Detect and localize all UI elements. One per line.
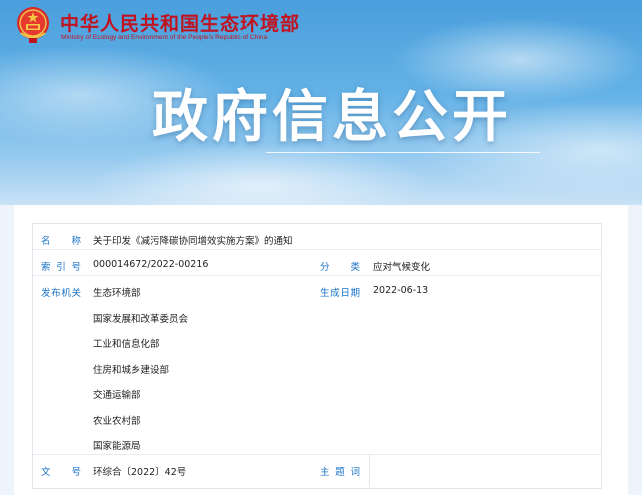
index-value: 000014672/2022-00216 bbox=[93, 259, 209, 270]
name-label: 名 称 bbox=[41, 236, 81, 247]
issuer-label: 发布机关 bbox=[41, 288, 81, 299]
category-label: 分 类 bbox=[320, 262, 360, 273]
page-title: 政府信息公开 bbox=[152, 85, 512, 150]
subject-label: 主题词 bbox=[320, 467, 360, 478]
issuer-item: 国家发展和改革委员会 bbox=[93, 314, 189, 325]
date-label: 生成日期 bbox=[320, 288, 360, 299]
ministry-name-en[interactable]: Ministry of Ecology and Environment of t… bbox=[61, 34, 267, 41]
row-issuer: 发布机关 生态环境部 国家发展和改革委员会 工业和信息化部 住房和城乡建设部 交… bbox=[33, 276, 601, 455]
subject-divider bbox=[369, 455, 370, 487]
issuer-item: 交通运输部 bbox=[93, 390, 141, 401]
docnum-value: 环综合〔2022〕42号 bbox=[93, 467, 187, 478]
issuer-item: 住房和城乡建设部 bbox=[93, 365, 170, 376]
date-value: 2022-06-13 bbox=[373, 285, 429, 296]
row-name: 名 称 关于印发《减污降碳协同增效实施方案》的通知 bbox=[33, 224, 601, 250]
document-info-table: 名 称 关于印发《减污降碳协同增效实施方案》的通知 索引号 000014672/… bbox=[32, 223, 602, 489]
title-divider bbox=[266, 152, 540, 153]
name-value: 关于印发《减污降碳协同增效实施方案》的通知 bbox=[93, 236, 293, 247]
row-index: 索引号 000014672/2022-00216 分 类 应对气候变化 bbox=[33, 250, 601, 276]
issuer-item: 生态环境部 bbox=[93, 288, 141, 299]
issuer-item: 国家能源局 bbox=[93, 441, 141, 452]
index-label: 索引号 bbox=[41, 262, 81, 273]
row-docnum: 文 号 环综合〔2022〕42号 主题词 bbox=[33, 455, 601, 480]
issuer-item: 农业农村部 bbox=[93, 416, 141, 427]
ministry-name-cn[interactable]: 中华人民共和国生态环境部 bbox=[60, 9, 300, 36]
category-value: 应对气候变化 bbox=[373, 262, 431, 273]
docnum-label: 文 号 bbox=[41, 467, 81, 478]
issuer-item: 工业和信息化部 bbox=[93, 339, 160, 350]
national-emblem-icon bbox=[17, 7, 49, 43]
